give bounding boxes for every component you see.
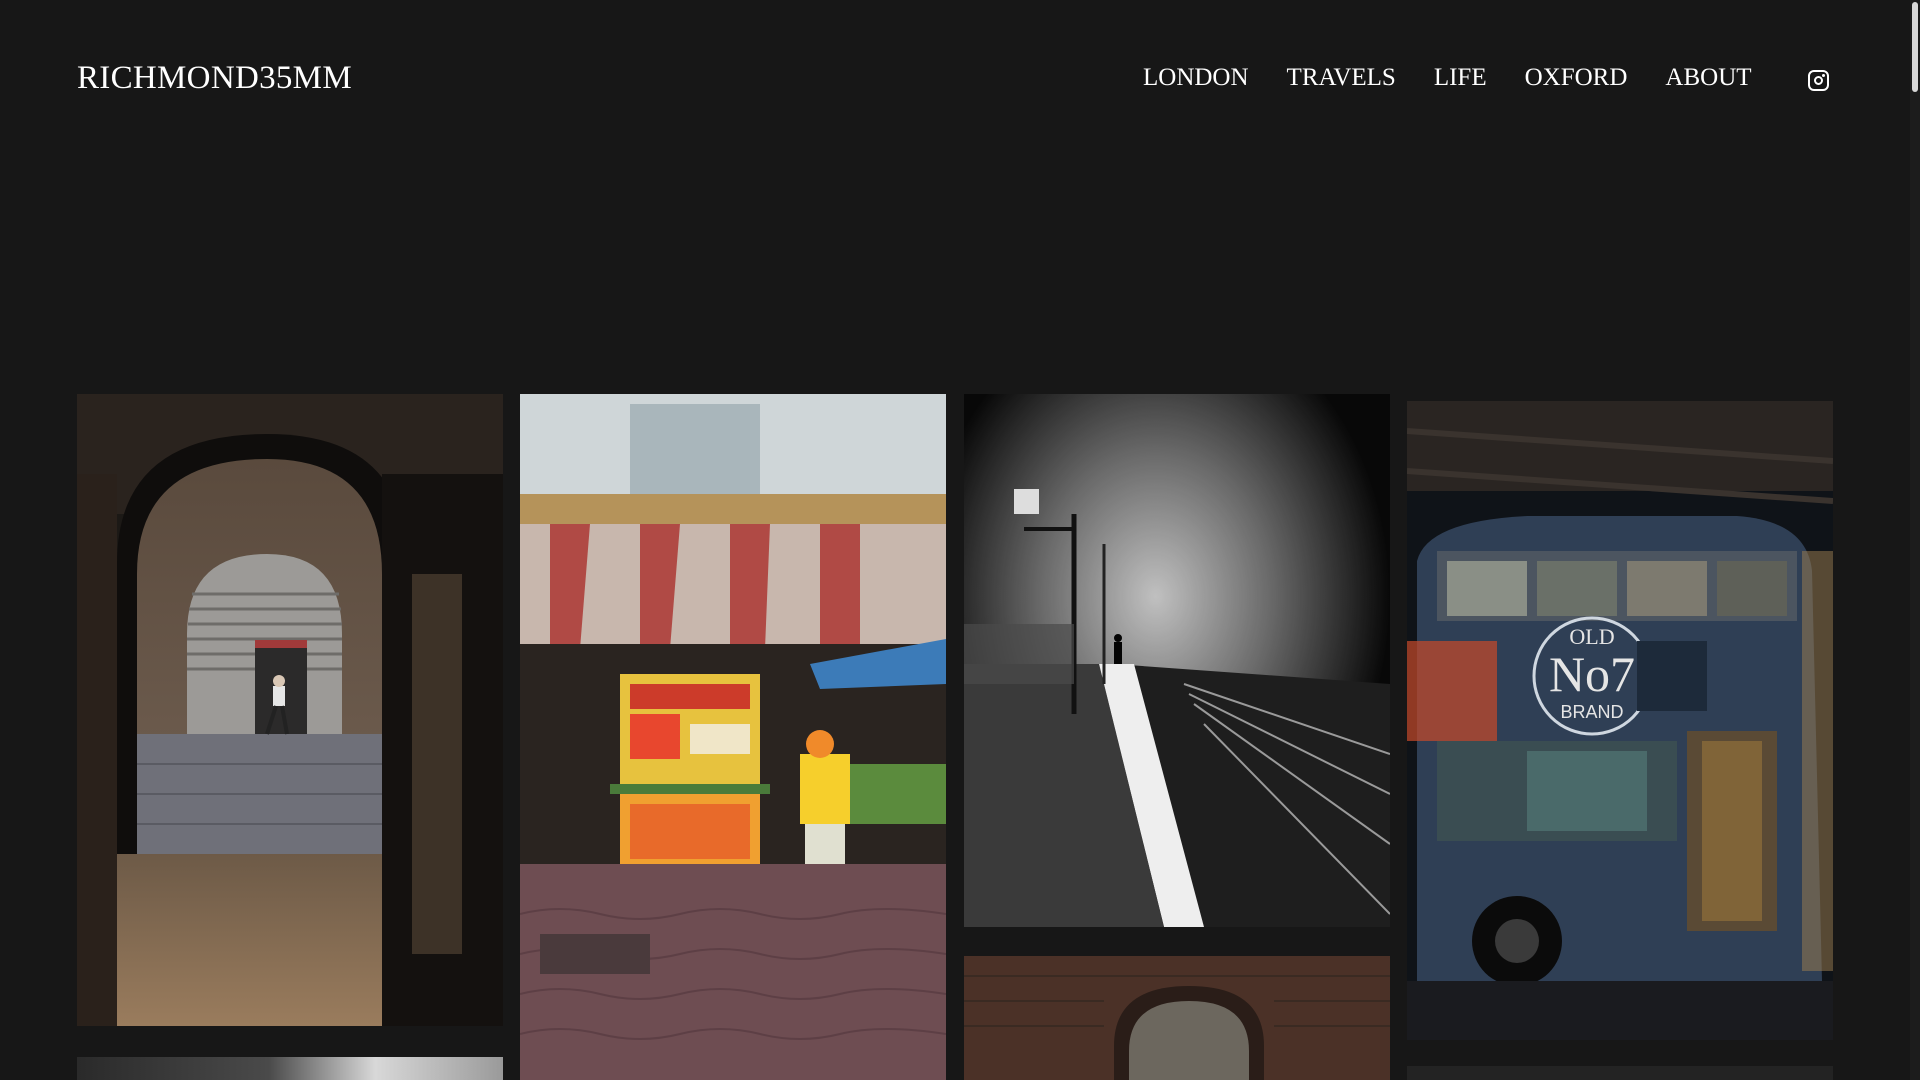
photo-monochrome[interactable] <box>77 1057 503 1080</box>
photo-foggy-platform-image <box>964 394 1390 927</box>
photo-brick-arch[interactable] <box>964 956 1390 1080</box>
nav-link-london[interactable]: LONDON <box>1143 64 1249 98</box>
bus-sign-line2: No7 <box>1549 646 1635 702</box>
photo-brick-archway[interactable] <box>77 394 503 1026</box>
photo-dark-image <box>1407 1066 1833 1080</box>
nav-link-oxford[interactable]: OXFORD <box>1525 64 1628 98</box>
photo-monochrome-image <box>77 1057 503 1080</box>
photo-brick-arch-image <box>964 956 1390 1080</box>
photo-street-food-stall-image <box>520 394 946 1080</box>
site-title[interactable]: RICHMOND35MM <box>77 60 352 97</box>
photo-dark[interactable] <box>1407 1066 1833 1080</box>
photo-foggy-platform[interactable] <box>964 394 1390 927</box>
bus-sign-line3: BRAND <box>1560 702 1623 722</box>
site-header: RICHMOND35MM LONDON TRAVELS LIFE OXFORD … <box>0 0 1910 160</box>
photo-night-bus[interactable]: OLD No7 BRAND <box>1407 401 1833 1040</box>
nav-link-travels[interactable]: TRAVELS <box>1287 64 1396 98</box>
photo-street-food-stall[interactable] <box>520 394 946 1080</box>
nav-link-life[interactable]: LIFE <box>1434 64 1487 98</box>
nav-link-about[interactable]: ABOUT <box>1665 64 1751 98</box>
instagram-icon[interactable] <box>1808 70 1829 91</box>
page-scrollbar[interactable] <box>1910 0 1920 1080</box>
photo-brick-archway-image <box>77 394 503 1026</box>
main-nav: LONDON TRAVELS LIFE OXFORD ABOUT <box>1143 64 1790 98</box>
photo-night-bus-image: OLD No7 BRAND <box>1407 401 1833 1040</box>
scrollbar-thumb[interactable] <box>1912 2 1918 92</box>
